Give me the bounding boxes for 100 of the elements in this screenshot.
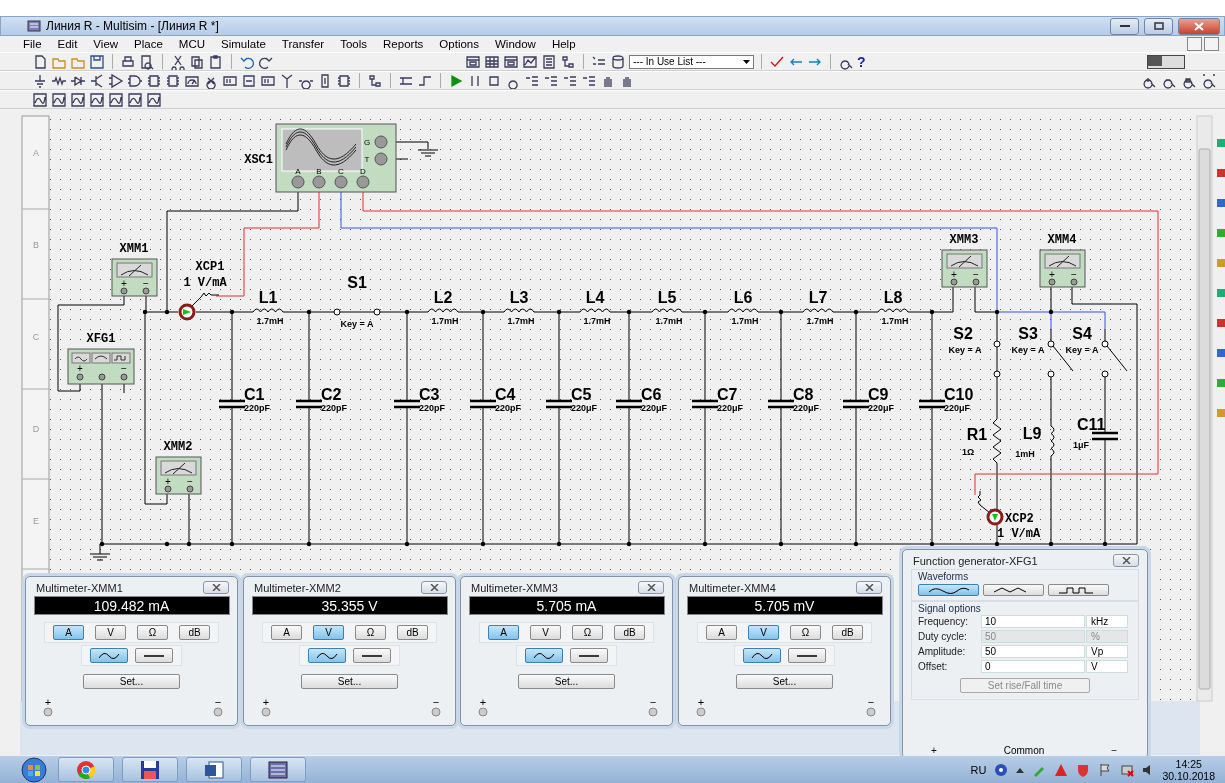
menu-item[interactable]: Help <box>550 38 577 50</box>
terminal-label: − <box>973 269 979 280</box>
part-value: 220μF <box>868 403 895 413</box>
part-value: 220μF <box>944 403 971 413</box>
window-title: Multimeter-XMM4 <box>689 581 776 594</box>
part-label: C4 <box>495 386 516 403</box>
terminal-label: − <box>867 697 875 707</box>
part-value: 220pF <box>244 403 270 413</box>
part-value: 220pF <box>419 403 445 413</box>
menu-item[interactable]: File <box>22 38 43 50</box>
menu-item[interactable]: MCU <box>177 38 207 50</box>
part-label: L2 <box>433 289 453 306</box>
part-label: XCP1 <box>195 260 225 274</box>
window-title: Multimeter-XMM2 <box>254 581 341 594</box>
reading-display: 5.705 mV <box>686 596 883 615</box>
part-value: 1.7mH <box>655 316 683 326</box>
clock[interactable]: 14:25 30.10.2018 <box>1162 757 1215 782</box>
part-value: 220pF <box>321 403 347 413</box>
value-field[interactable]: 50 <box>981 645 1085 658</box>
mode-button[interactable]: dB <box>397 625 428 640</box>
field-label: Duty cycle: <box>918 631 968 642</box>
field-label: Frequency: <box>918 616 970 627</box>
part-label: L8 <box>883 289 903 306</box>
part-label: XMM4 <box>1047 233 1077 247</box>
part-label: C8 <box>793 386 814 403</box>
terminal-label: − <box>432 697 440 707</box>
set-button[interactable]: Set... <box>83 674 180 689</box>
part-label: C6 <box>641 386 662 403</box>
window-title: Multimeter-XMM3 <box>471 581 558 594</box>
part-label: XMM1 <box>119 242 149 256</box>
part-value: 1.7mH <box>731 316 759 326</box>
set-button[interactable]: Set... <box>736 674 833 689</box>
terminal-label: − <box>121 363 127 374</box>
menu-item[interactable]: Place <box>133 38 164 50</box>
value-field[interactable]: 10 <box>981 615 1085 628</box>
part-value: 220μF <box>571 403 598 413</box>
part-value: 220μF <box>793 403 820 413</box>
mode-button[interactable]: V <box>530 625 561 640</box>
mode-button[interactable]: A <box>271 625 302 640</box>
ruler-label: E <box>33 516 39 526</box>
mode-button[interactable]: A <box>488 625 519 640</box>
ruler-label: D <box>32 424 40 434</box>
pin-label: D <box>360 167 366 176</box>
terminal-label: + <box>931 745 937 756</box>
mode-button[interactable]: Ω <box>572 625 603 640</box>
mode-button[interactable]: Ω <box>790 625 821 640</box>
part-value: 1.7mH <box>806 316 834 326</box>
mode-button[interactable]: dB <box>614 625 645 640</box>
mode-button[interactable]: Ω <box>355 625 386 640</box>
menu-item[interactable]: View <box>92 38 120 50</box>
menu-item[interactable]: Edit <box>56 38 79 50</box>
terminal-label: − <box>214 697 222 707</box>
reading-display: 35.355 V <box>251 596 448 615</box>
part-label: S4 <box>1072 325 1092 342</box>
menu-item[interactable]: Simulate <box>220 38 267 50</box>
menu-item[interactable]: Reports <box>382 38 425 50</box>
mode-button[interactable]: V <box>748 625 779 640</box>
help-button[interactable]: ? <box>857 53 866 70</box>
in-use-list-dropdown[interactable]: --- In Use List --- <box>629 54 754 69</box>
part-value: 1.7mH <box>881 316 909 326</box>
menu-item[interactable]: Window <box>494 38 537 50</box>
unit-field[interactable]: V <box>1086 660 1128 673</box>
part-label: L9 <box>1022 425 1042 442</box>
value-field[interactable]: 0 <box>981 660 1085 673</box>
mode-button[interactable]: A <box>53 625 84 640</box>
menu-item[interactable]: Tools <box>339 38 369 50</box>
terminal-label: − <box>187 476 193 487</box>
set-button[interactable]: Set... <box>301 674 398 689</box>
unit-field[interactable]: Vp <box>1086 645 1128 658</box>
part-value: 1mH <box>1015 449 1035 459</box>
part-label: XCP2 <box>1005 512 1034 526</box>
menu-item[interactable]: Transfer <box>280 38 326 50</box>
mode-button[interactable]: V <box>313 625 344 640</box>
terminal-label: − <box>649 697 657 707</box>
part-value: 220μF <box>641 403 668 413</box>
mode-button[interactable]: V <box>95 625 126 640</box>
mode-button[interactable]: Ω <box>137 625 168 640</box>
pin-label: G <box>363 138 371 147</box>
mode-button[interactable]: dB <box>179 625 210 640</box>
part-value: 1.7mH <box>507 316 535 326</box>
window-title: Линия R - Multisim - [Линия R *] <box>46 19 220 33</box>
terminal-label: + <box>697 697 705 707</box>
set-button[interactable]: Set... <box>518 674 615 689</box>
part-label: C1 <box>244 386 265 403</box>
field-label: Offset: <box>918 661 949 672</box>
terminal-label: + <box>121 278 127 289</box>
language-indicator[interactable]: RU <box>970 763 987 776</box>
mode-button[interactable]: dB <box>832 625 863 640</box>
menu-item[interactable]: Options <box>438 38 480 50</box>
pin-label: T <box>364 155 370 164</box>
terminal-label: + <box>77 363 83 374</box>
part-label: C5 <box>571 386 592 403</box>
terminal-label: − <box>143 278 149 289</box>
part-label: S3 <box>1018 325 1038 342</box>
part-value: Key = A <box>948 345 982 355</box>
pin-label: A <box>295 167 301 176</box>
unit-field[interactable]: kHz <box>1086 615 1128 628</box>
mode-button[interactable]: A <box>706 625 737 640</box>
part-label: XMM3 <box>949 233 979 247</box>
terminal-label: + <box>479 697 487 707</box>
